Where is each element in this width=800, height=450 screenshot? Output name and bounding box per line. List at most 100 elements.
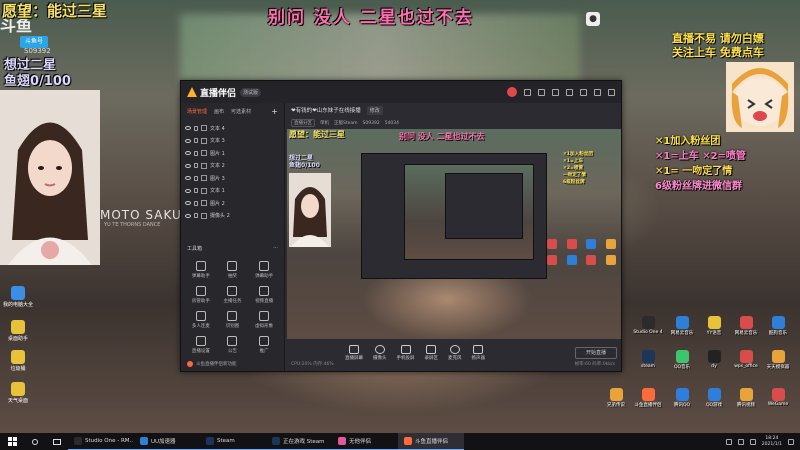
image-icon [201,175,207,182]
source-item[interactable]: 文本 1 [185,185,280,198]
text-icon [201,162,207,169]
maximize-icon[interactable] [594,88,601,96]
desktop-icon[interactable]: QQ音乐 [666,350,698,370]
eye-icon[interactable] [185,188,191,193]
toolbox-note[interactable]: 斗鱼直播伴侣新功能 [187,361,237,367]
eye-icon[interactable] [185,213,191,218]
toolbox-header: 工具箱 ··· [187,245,278,252]
stream-preview[interactable]: 愿望：能过三星 别问 没人 二星也过不去 想过二星 鱼翅0/100 ✕1加入粉丝… [287,129,621,339]
taskbar-item[interactable]: 无他伴侣 [332,433,398,450]
game-name[interactable]: 正版Steam [334,120,358,126]
menu-icon[interactable] [566,88,573,96]
nested-preview [404,164,534,260]
tool-item[interactable]: 弹幕助手 [185,261,217,279]
lock-icon[interactable] [194,213,198,219]
wuta-icon [338,437,346,445]
source-item[interactable]: 文本 2 [185,160,280,173]
tool-item[interactable]: 视频直播 [248,286,280,304]
desktop-icon[interactable]: WeGame [762,388,794,407]
add-source-button[interactable]: + [271,107,278,116]
desktop-icon[interactable]: 兄弟传说 [600,388,632,408]
taskbar-item[interactable]: 正在游戏 Steam [266,433,332,450]
monitor-icon [349,345,359,354]
lock-icon[interactable] [194,188,198,194]
desktop-icon[interactable]: 腾讯视频 [730,388,762,408]
eye-icon[interactable] [185,163,191,168]
desktop-icon[interactable]: 天天模拟器 [762,350,794,370]
close-icon[interactable] [608,88,615,96]
lock-icon[interactable] [194,200,198,206]
eye-icon[interactable] [185,151,191,156]
taskbar-item[interactable]: 斗鱼直播伴侣 [398,433,464,450]
notification-icon[interactable] [788,438,794,445]
tab-materials[interactable]: 可选素材 [231,108,251,115]
source-item[interactable]: 图片 1 [185,147,280,160]
text-icon [201,187,207,194]
desktop-icon[interactable]: 网易云音乐 [730,316,762,336]
lock-icon[interactable] [194,125,198,131]
tool-item[interactable]: 识别图 [217,311,249,329]
desktop-icon[interactable]: dy [698,350,730,369]
source-item[interactable]: 摄像头 2 [185,210,280,223]
desktop-icon[interactable]: 桌面助手 [0,320,36,342]
main-pane: ❤有钱的❤山东妹子在线接播 修改 直播分区 单机 正版Steam S09392 … [285,103,621,371]
desktop-icon[interactable]: QQ游戏 [698,388,730,408]
category-value[interactable]: 单机 [320,120,329,126]
skin-icon[interactable] [524,88,531,96]
network-icon[interactable] [725,438,732,445]
volume-icon[interactable] [737,438,744,445]
lock-icon[interactable] [194,150,198,156]
source-item[interactable]: 图片 2 [185,197,280,210]
tool-item[interactable]: 直播设置 [185,336,217,354]
search-button[interactable] [24,438,46,445]
minimize-icon[interactable] [580,88,587,96]
desktop-icon[interactable]: YY语音 [698,316,730,336]
desktop-icon[interactable]: 垃圾桶 [0,350,36,372]
tool-item[interactable]: 多人连麦 [185,311,217,329]
source-item[interactable]: 文本 3 [185,135,280,148]
settings-icon[interactable] [552,88,559,96]
desktop-icon[interactable]: 网易云音乐 [666,316,698,336]
tool-item[interactable]: 主播任务 [217,286,249,304]
desktop-icon[interactable]: 酷狗音乐 [762,316,794,336]
task-view-button[interactable] [46,438,68,445]
uu-icon [140,437,148,445]
source-item[interactable]: 文本 4 [185,122,280,135]
taskbar-clock[interactable]: 18:24 2021/1/1 [762,436,782,448]
app-title-bar: 直播伴侣 测试版 [181,81,621,103]
eye-icon[interactable] [185,201,191,206]
desktop-icon[interactable]: 天气桌面 [0,382,36,404]
desktop-icon[interactable]: 我的电脑大全 [0,286,36,308]
desktop-icon[interactable]: wps_office [730,350,762,369]
desktop-icon[interactable]: 斗鱼直播伴侣 [632,388,664,408]
toolbox-more-button[interactable]: ··· [273,245,278,252]
taskbar-item[interactable]: Studio One - RM.. [68,433,134,450]
tool-item[interactable]: 房管助手 [185,286,217,304]
tool-item[interactable]: 弹幕助手 [248,261,280,279]
lock-icon[interactable] [194,163,198,169]
eye-icon[interactable] [185,138,191,143]
tool-item[interactable]: 公告 [217,336,249,354]
eye-icon[interactable] [185,176,191,181]
message-icon[interactable] [538,88,545,96]
desktop-icon[interactable]: steam [632,350,664,369]
start-button[interactable] [0,437,24,446]
edit-title-button[interactable]: 修改 [366,105,383,115]
lock-icon[interactable] [194,175,198,181]
desktop-icon[interactable]: 腾讯QQ [666,388,698,408]
taskbar-item[interactable]: Steam [200,433,266,450]
tool-item[interactable]: 推广 [248,336,280,354]
eye-icon[interactable] [185,126,191,131]
title-bar-icons [507,87,615,97]
tab-scene-manage[interactable]: 场景管理 [187,108,207,115]
desktop-icon[interactable]: Studio One 4 [632,316,664,335]
tool-item[interactable]: 虚拟形象 [248,311,280,329]
tab-canvas[interactable]: 画布 [214,108,224,115]
input-method-icon[interactable] [749,438,756,445]
room-info-row: 直播分区 单机 正版Steam S09392 54034 [285,117,621,129]
source-item[interactable]: 图片 3 [185,172,280,185]
taskbar-item[interactable]: UU加速器 [134,433,200,450]
user-avatar[interactable] [507,87,517,97]
tool-item[interactable]: 抽奖 [217,261,249,279]
lock-icon[interactable] [194,138,198,144]
